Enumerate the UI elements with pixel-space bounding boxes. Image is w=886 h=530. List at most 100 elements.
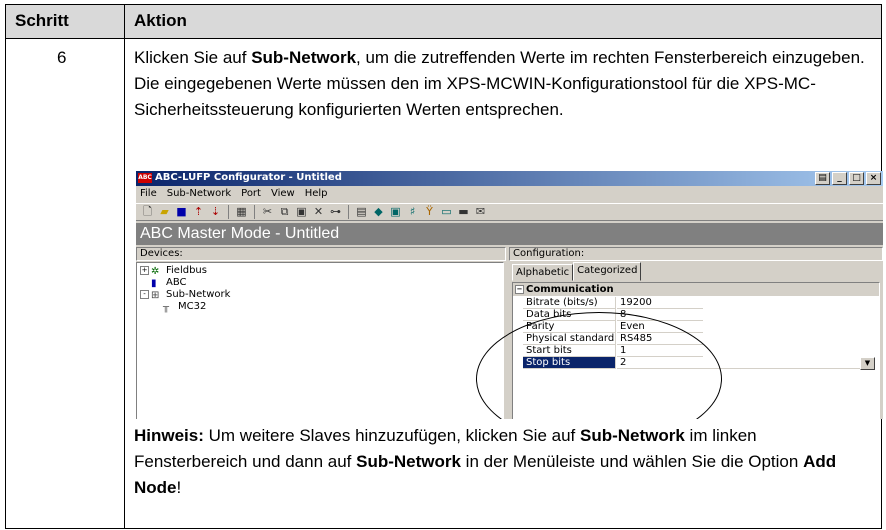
category-communication[interactable]: − Communication (513, 283, 879, 296)
delete-icon[interactable]: ✕ (311, 205, 326, 219)
print-window-icon[interactable]: ▤ (815, 172, 830, 185)
configurator-screenshot: ABC ABC-LUFP Configurator - Untitled ▤ _… (136, 171, 883, 419)
toolbar-separator (348, 205, 349, 219)
step-number: 6 (57, 48, 67, 67)
property-name: Bitrate (bits/s) (523, 297, 616, 309)
maximize-icon[interactable]: □ (849, 172, 864, 185)
close-icon[interactable]: × (866, 172, 881, 185)
tree-label-abc: ABC (166, 277, 187, 288)
property-value[interactable]: Even (617, 321, 703, 333)
node-icon[interactable]: ◆ (371, 205, 386, 219)
menu-help[interactable]: Help (305, 186, 328, 201)
property-value[interactable]: 19200 (617, 297, 703, 309)
copy-icon[interactable]: ⧉ (277, 205, 292, 219)
header-action: Aktion (134, 11, 187, 30)
instruction-table: Schritt Aktion 6 Klicken Sie auf Sub-Net… (5, 4, 883, 529)
save-icon[interactable]: ■ (174, 205, 189, 219)
devices-panel: Devices: + ✲ Fieldbus ▮ ABC - ⊞ Sub-Network ╥… (136, 247, 506, 419)
property-row-selected[interactable]: Stop bits 2 (523, 357, 873, 369)
minimize-icon[interactable]: _ (832, 172, 847, 185)
mail-icon[interactable]: ✉ (473, 205, 488, 219)
property-value[interactable]: RS485 (617, 333, 703, 345)
property-name: Parity (523, 321, 616, 333)
property-row[interactable]: Physical standard RS485 (523, 333, 703, 345)
toolbar: 🗋 ▰ ■ ⇡ ⇣ ▦ ✂ ⧉ ▣ ✕ ⊶ ▤ ◆ ▣ ♯ Ÿ ▭ ▬ ✉ (136, 203, 883, 221)
monitor-icon[interactable]: ▣ (388, 205, 403, 219)
collapse-icon[interactable]: - (140, 290, 149, 299)
cut-icon[interactable]: ✂ (260, 205, 275, 219)
insert-icon[interactable]: ⊶ (328, 205, 343, 219)
table-header-row: Schritt Aktion (6, 5, 881, 39)
note-bold-subnetwork-2: Sub-Network (356, 452, 461, 471)
mode-banner: ABC Master Mode - Untitled (136, 223, 883, 245)
paste-icon[interactable]: ▣ (294, 205, 309, 219)
property-row[interactable]: Data bits 8 (523, 309, 703, 321)
collapse-icon[interactable]: − (515, 285, 524, 294)
devices-label: Devices: (136, 247, 506, 261)
property-value[interactable]: 8 (617, 309, 703, 321)
intro-paragraph: Klicken Sie auf Sub-Network, um die zutr… (134, 45, 874, 123)
app-icon: ABC (138, 173, 152, 183)
screen-icon[interactable]: ▭ (439, 205, 454, 219)
menu-port[interactable]: Port (241, 186, 261, 201)
tree-node-fieldbus[interactable]: + ✲ Fieldbus (140, 265, 207, 277)
tab-alphabetic[interactable]: Alphabetic (512, 264, 574, 281)
note-bold-subnetwork-1: Sub-Network (579, 426, 685, 445)
tree-label-fieldbus: Fieldbus (166, 265, 207, 276)
property-name: Start bits (523, 345, 616, 357)
note-text-4: ! (176, 478, 182, 497)
property-row[interactable]: Parity Even (523, 321, 703, 333)
wizard-icon[interactable]: Ÿ (422, 205, 437, 219)
device-tree: + ✲ Fieldbus ▮ ABC - ⊞ Sub-Network ╥ MC32 (136, 262, 504, 419)
configuration-panel: Configuration: Alphabetic Categorized − C… (509, 247, 883, 419)
window-titlebar: ABC ABC-LUFP Configurator - Untitled ▤ _… (136, 171, 883, 186)
intro-bold-subnetwork: Sub-Network (251, 48, 357, 67)
tree-node-sub-network[interactable]: - ⊞ Sub-Network (140, 289, 231, 301)
note-text-3: in der Menüleiste und wählen Sie die Opt… (460, 452, 804, 471)
menu-bar: File Sub-Network Port View Help (136, 186, 883, 201)
tree-label-sub-network: Sub-Network (166, 289, 231, 300)
fieldbus-icon: ✲ (151, 266, 160, 277)
download-icon[interactable]: ⇣ (208, 205, 223, 219)
menu-view[interactable]: View (271, 186, 295, 201)
tree-label-mc32: MC32 (178, 301, 207, 312)
window-controls: ▤ _ □ × (815, 172, 881, 185)
property-name: Stop bits (523, 357, 616, 369)
property-value[interactable]: 1 (617, 345, 703, 357)
transaction-icon[interactable]: ♯ (405, 205, 420, 219)
property-value[interactable]: 2 (617, 357, 873, 369)
tree-node-abc[interactable]: ▮ ABC (151, 277, 187, 289)
property-name: Data bits (523, 309, 616, 321)
configuration-label: Configuration: (509, 247, 883, 261)
upload-icon[interactable]: ⇡ (191, 205, 206, 219)
new-icon[interactable]: 🗋 (140, 205, 155, 219)
intro-text-1: Klicken Sie auf (134, 48, 252, 67)
dropdown-arrow-icon[interactable]: ▼ (860, 357, 875, 370)
tab-categorized[interactable]: Categorized (573, 262, 642, 281)
tree-node-mc32[interactable]: ╥ MC32 (163, 301, 206, 313)
property-grid: − Communication Bitrate (bits/s) 19200 Da… (512, 282, 880, 419)
window-title: ABC-LUFP Configurator - Untitled (155, 172, 342, 183)
column-divider (124, 5, 125, 528)
print-icon[interactable]: ▦ (234, 205, 249, 219)
toolbar-separator (254, 205, 255, 219)
config-tabs: Alphabetic Categorized (512, 262, 642, 281)
property-name: Physical standard (523, 333, 616, 345)
toolbar-separator (228, 205, 229, 219)
node-device-icon: ╥ (163, 302, 170, 313)
menu-sub-network[interactable]: Sub-Network (167, 186, 231, 201)
property-row[interactable]: Start bits 1 (523, 345, 703, 357)
properties-icon[interactable]: ▤ (354, 205, 369, 219)
sub-network-icon: ⊞ (151, 290, 160, 301)
header-step: Schritt (15, 11, 69, 30)
property-row[interactable]: Bitrate (bits/s) 19200 (523, 297, 703, 309)
note-label: Hinweis: (134, 426, 204, 445)
open-icon[interactable]: ▰ (157, 205, 172, 219)
note-text-1: Um weitere Slaves hinzuzufügen, klicken … (203, 426, 580, 445)
note-paragraph: Hinweis: Um weitere Slaves hinzuzufügen,… (134, 423, 874, 501)
db-icon[interactable]: ▬ (456, 205, 471, 219)
category-label: Communication (526, 284, 614, 295)
abc-device-icon: ▮ (151, 278, 157, 289)
menu-file[interactable]: File (140, 186, 157, 201)
expand-icon[interactable]: + (140, 266, 149, 275)
